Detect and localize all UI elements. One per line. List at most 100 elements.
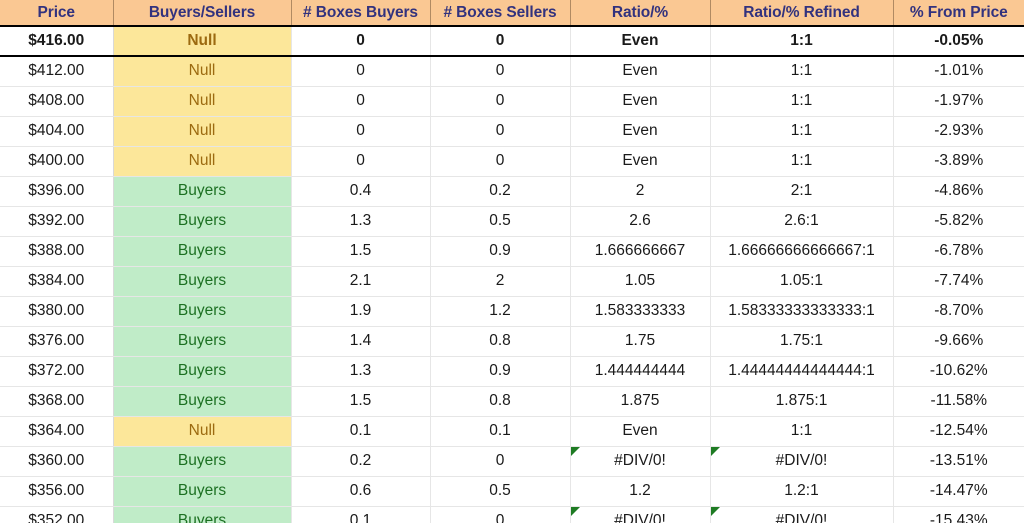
cell-ratio-refined[interactable]: 1.66666666666667:1 [710, 236, 894, 267]
cell-boxes-buyers[interactable]: 0.6 [291, 476, 431, 507]
cell-boxes-sellers[interactable]: 0.8 [430, 386, 571, 417]
table-row[interactable]: $400.00 Null 0 0 Even 1:1 -3.89% [0, 146, 1024, 177]
cell-buyers-sellers[interactable]: Null [113, 86, 292, 117]
cell-pct-from-price[interactable]: -10.62% [893, 356, 1024, 387]
cell-ratio-refined[interactable]: 1:1 [710, 116, 894, 147]
cell-pct-from-price[interactable]: -11.58% [893, 386, 1024, 417]
cell-buyers-sellers[interactable]: Null [113, 416, 292, 447]
cell-boxes-buyers[interactable]: 1.3 [291, 356, 431, 387]
table-row[interactable]: $380.00 Buyers 1.9 1.2 1.583333333 1.58333333… [0, 296, 1024, 327]
cell-boxes-sellers[interactable]: 0.8 [430, 326, 571, 357]
cell-ratio[interactable]: Even [570, 146, 711, 177]
cell-buyers-sellers[interactable]: Null [113, 56, 292, 87]
cell-ratio-refined[interactable]: 1.44444444444444:1 [710, 356, 894, 387]
cell-ratio[interactable]: Even [570, 416, 711, 447]
column-header-price[interactable]: Price [0, 0, 114, 27]
cell-ratio[interactable]: #DIV/0! [570, 446, 711, 477]
cell-buyers-sellers[interactable]: Buyers [113, 356, 292, 387]
cell-boxes-buyers[interactable]: 0 [291, 146, 431, 177]
cell-price[interactable]: $360.00 [0, 446, 114, 477]
column-header-ratio-refined[interactable]: Ratio/% Refined [710, 0, 894, 27]
cell-pct-from-price[interactable]: -13.51% [893, 446, 1024, 477]
cell-ratio-refined[interactable]: 1:1 [710, 146, 894, 177]
cell-pct-from-price[interactable]: -14.47% [893, 476, 1024, 507]
cell-ratio[interactable]: 1.583333333 [570, 296, 711, 327]
table-row[interactable]: $368.00 Buyers 1.5 0.8 1.875 1.875:1 -11.58% [0, 386, 1024, 417]
cell-buyers-sellers[interactable]: Buyers [113, 206, 292, 237]
cell-boxes-buyers[interactable]: 0.1 [291, 416, 431, 447]
cell-boxes-sellers[interactable]: 0 [430, 506, 571, 523]
cell-price[interactable]: $396.00 [0, 176, 114, 207]
table-row[interactable]: $364.00 Null 0.1 0.1 Even 1:1 -12.54% [0, 416, 1024, 447]
cell-boxes-buyers[interactable]: 0 [291, 56, 431, 87]
cell-boxes-buyers[interactable]: 1.4 [291, 326, 431, 357]
cell-boxes-sellers[interactable]: 0.9 [430, 236, 571, 267]
cell-boxes-sellers[interactable]: 0.5 [430, 476, 571, 507]
cell-buyers-sellers[interactable]: Buyers [113, 506, 292, 523]
cell-buyers-sellers[interactable]: Buyers [113, 236, 292, 267]
column-header-boxes-buyers[interactable]: # Boxes Buyers [291, 0, 431, 27]
table-row[interactable]: $396.00 Buyers 0.4 0.2 2 2:1 -4.86% [0, 176, 1024, 207]
cell-pct-from-price[interactable]: -7.74% [893, 266, 1024, 297]
cell-pct-from-price[interactable]: -12.54% [893, 416, 1024, 447]
cell-ratio-refined[interactable]: 2.6:1 [710, 206, 894, 237]
cell-boxes-buyers[interactable]: 0 [291, 26, 431, 57]
cell-boxes-sellers[interactable]: 0.1 [430, 416, 571, 447]
cell-ratio[interactable]: 2.6 [570, 206, 711, 237]
cell-ratio-refined[interactable]: #DIV/0! [710, 506, 894, 523]
table-row[interactable]: $404.00 Null 0 0 Even 1:1 -2.93% [0, 116, 1024, 147]
cell-boxes-sellers[interactable]: 0.2 [430, 176, 571, 207]
cell-boxes-buyers[interactable]: 2.1 [291, 266, 431, 297]
cell-pct-from-price[interactable]: -2.93% [893, 116, 1024, 147]
cell-buyers-sellers[interactable]: Null [113, 26, 292, 57]
cell-pct-from-price[interactable]: -4.86% [893, 176, 1024, 207]
cell-price[interactable]: $356.00 [0, 476, 114, 507]
cell-buyers-sellers[interactable]: Buyers [113, 446, 292, 477]
cell-price[interactable]: $376.00 [0, 326, 114, 357]
cell-boxes-buyers[interactable]: 0.4 [291, 176, 431, 207]
cell-pct-from-price[interactable]: -9.66% [893, 326, 1024, 357]
cell-ratio[interactable]: #DIV/0! [570, 506, 711, 523]
cell-boxes-sellers[interactable]: 0.5 [430, 206, 571, 237]
cell-ratio-refined[interactable]: 1.875:1 [710, 386, 894, 417]
cell-ratio-refined[interactable]: 1.2:1 [710, 476, 894, 507]
cell-boxes-sellers[interactable]: 0 [430, 56, 571, 87]
cell-buyers-sellers[interactable]: Buyers [113, 296, 292, 327]
cell-buyers-sellers[interactable]: Null [113, 146, 292, 177]
cell-ratio-refined[interactable]: 1:1 [710, 86, 894, 117]
cell-price[interactable]: $364.00 [0, 416, 114, 447]
cell-ratio[interactable]: 1.666666667 [570, 236, 711, 267]
cell-boxes-buyers[interactable]: 0.1 [291, 506, 431, 523]
table-row[interactable]: $412.00 Null 0 0 Even 1:1 -1.01% [0, 56, 1024, 87]
cell-boxes-buyers[interactable]: 1.9 [291, 296, 431, 327]
table-row[interactable]: $376.00 Buyers 1.4 0.8 1.75 1.75:1 -9.66% [0, 326, 1024, 357]
cell-ratio-refined[interactable]: 1:1 [710, 56, 894, 87]
cell-ratio-refined[interactable]: 1.58333333333333:1 [710, 296, 894, 327]
cell-ratio-refined[interactable]: 1.05:1 [710, 266, 894, 297]
cell-ratio[interactable]: 1.2 [570, 476, 711, 507]
cell-ratio[interactable]: 1.75 [570, 326, 711, 357]
cell-boxes-sellers[interactable]: 0 [430, 116, 571, 147]
cell-ratio[interactable]: Even [570, 26, 711, 57]
cell-pct-from-price[interactable]: -0.05% [893, 26, 1024, 57]
cell-buyers-sellers[interactable]: Buyers [113, 476, 292, 507]
table-row[interactable]: $388.00 Buyers 1.5 0.9 1.666666667 1.66666666… [0, 236, 1024, 267]
cell-boxes-buyers[interactable]: 0.2 [291, 446, 431, 477]
cell-boxes-buyers[interactable]: 0 [291, 116, 431, 147]
cell-boxes-buyers[interactable]: 1.5 [291, 386, 431, 417]
column-header-ratio[interactable]: Ratio/% [570, 0, 711, 27]
cell-pct-from-price[interactable]: -6.78% [893, 236, 1024, 267]
cell-buyers-sellers[interactable]: Null [113, 116, 292, 147]
cell-price[interactable]: $384.00 [0, 266, 114, 297]
cell-price[interactable]: $388.00 [0, 236, 114, 267]
cell-boxes-sellers[interactable]: 0 [430, 146, 571, 177]
table-row[interactable]: $356.00 Buyers 0.6 0.5 1.2 1.2:1 -14.47% [0, 476, 1024, 507]
table-row[interactable]: $392.00 Buyers 1.3 0.5 2.6 2.6:1 -5.82% [0, 206, 1024, 237]
column-header-buyers-sellers[interactable]: Buyers/Sellers [113, 0, 292, 27]
cell-boxes-sellers[interactable]: 1.2 [430, 296, 571, 327]
cell-ratio[interactable]: Even [570, 116, 711, 147]
cell-boxes-sellers[interactable]: 0.9 [430, 356, 571, 387]
cell-boxes-buyers[interactable]: 0 [291, 86, 431, 117]
cell-ratio[interactable]: 1.444444444 [570, 356, 711, 387]
cell-boxes-buyers[interactable]: 1.3 [291, 206, 431, 237]
